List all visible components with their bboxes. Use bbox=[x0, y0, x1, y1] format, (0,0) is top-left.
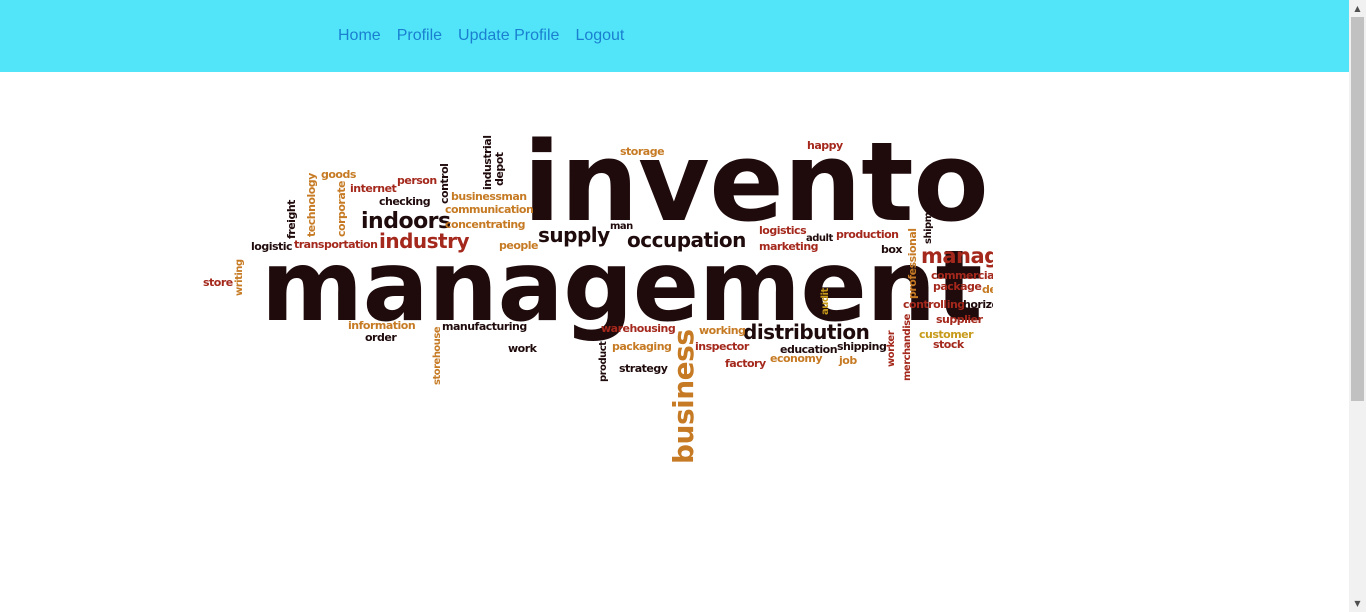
vertical-scrollbar[interactable]: ▲ ▼ bbox=[1349, 0, 1366, 612]
nav-link-profile[interactable]: Profile bbox=[389, 27, 450, 45]
word-cloud-svg: inventory management indoors industry su… bbox=[203, 118, 993, 464]
word-industry: industry bbox=[379, 229, 469, 253]
word-storehouse: storehouse bbox=[432, 326, 443, 385]
word-stock: stock bbox=[933, 338, 965, 351]
nav-link-update-profile[interactable]: Update Profile bbox=[450, 27, 567, 45]
word-happy: happy bbox=[807, 139, 843, 152]
scroll-down-arrow-icon[interactable]: ▼ bbox=[1349, 595, 1366, 612]
scrollbar-thumb[interactable] bbox=[1351, 17, 1364, 401]
word-job: job bbox=[838, 354, 857, 367]
word-strategy: strategy bbox=[619, 362, 668, 375]
word-audit: audit bbox=[820, 288, 831, 315]
word-delivery: delivery bbox=[982, 283, 993, 296]
nav-links: Home Profile Update Profile Logout bbox=[330, 0, 632, 72]
word-supply: supply bbox=[538, 223, 610, 247]
word-merchandise: merchandise bbox=[902, 313, 913, 381]
word-controlling: controlling bbox=[903, 298, 965, 311]
word-checking: checking bbox=[379, 195, 430, 208]
word-people: people bbox=[499, 239, 538, 252]
word-man: man bbox=[610, 221, 633, 232]
word-store: store bbox=[203, 276, 233, 289]
inventory-management-word-cloud-image: inventory management indoors industry su… bbox=[193, 82, 993, 577]
scroll-up-arrow-icon[interactable]: ▲ bbox=[1349, 0, 1366, 17]
word-occupation: occupation bbox=[627, 228, 746, 252]
word-goods: goods bbox=[321, 168, 357, 181]
word-logistic: logistic bbox=[251, 240, 292, 253]
word-warehousing: warehousing bbox=[601, 322, 675, 335]
word-horizontal: horizontal bbox=[963, 298, 993, 311]
word-professional: professional bbox=[906, 228, 919, 299]
word-work: work bbox=[508, 342, 538, 355]
word-internet: internet bbox=[350, 182, 397, 195]
word-package: package bbox=[933, 280, 981, 293]
word-manufacturing: manufacturing bbox=[442, 320, 527, 333]
word-communication: communication bbox=[445, 203, 533, 216]
word-freight: freight bbox=[285, 200, 298, 239]
word-packaging: packaging bbox=[612, 340, 671, 353]
word-manager: manager bbox=[921, 244, 993, 268]
word-shipping: shipping bbox=[837, 340, 886, 353]
word-corporate: corporate bbox=[335, 181, 348, 237]
word-box: box bbox=[881, 243, 902, 256]
word-product: product bbox=[598, 341, 609, 382]
word-technology: technology bbox=[305, 173, 318, 237]
word-inspector: inspector bbox=[695, 340, 750, 353]
word-control: control bbox=[438, 164, 451, 204]
word-marketing: marketing bbox=[759, 240, 818, 253]
word-shipment: shipment bbox=[923, 195, 934, 244]
word-transportation: transportation bbox=[294, 238, 377, 251]
word-person: person bbox=[397, 174, 437, 187]
word-factory: factory bbox=[725, 357, 766, 370]
word-worker: worker bbox=[886, 330, 897, 367]
navbar: Home Profile Update Profile Logout bbox=[0, 0, 1349, 72]
word-working: working bbox=[699, 324, 745, 337]
word-concentrating: concentrating bbox=[445, 218, 525, 231]
word-storage: storage bbox=[620, 145, 664, 158]
word-depot: depot bbox=[493, 152, 506, 186]
word-businessman: businessman bbox=[451, 190, 527, 203]
nav-link-home[interactable]: Home bbox=[330, 27, 389, 45]
word-order: order bbox=[365, 331, 397, 344]
word-writing: writing bbox=[234, 259, 245, 296]
word-supplier: supplier bbox=[936, 313, 984, 326]
word-production: production bbox=[836, 228, 899, 241]
word-logistics: logistics bbox=[759, 224, 807, 237]
nav-link-logout[interactable]: Logout bbox=[567, 27, 632, 45]
word-economy: economy bbox=[770, 352, 822, 365]
